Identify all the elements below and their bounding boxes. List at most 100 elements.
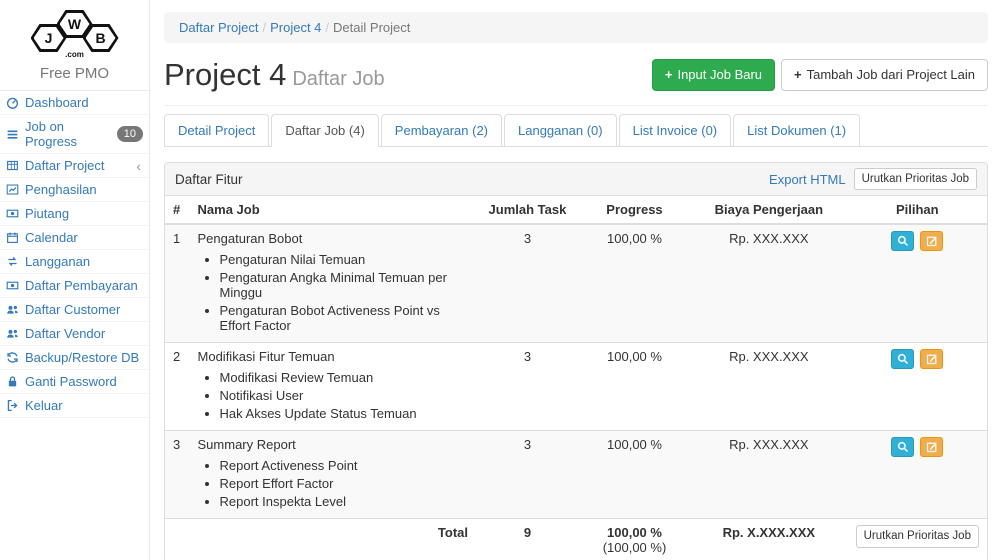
urutkan-prioritas-job-button[interactable]: Urutkan Prioritas Job — [854, 168, 977, 190]
sidebar-item-label: Calendar — [25, 230, 78, 245]
actions-cell — [848, 224, 987, 343]
exchange-icon — [6, 255, 19, 268]
tab-daftar-job[interactable]: Daftar Job (4) — [271, 114, 378, 147]
search-icon — [897, 235, 909, 247]
breadcrumb-link-daftar-project[interactable]: Daftar Project — [179, 20, 258, 35]
job-count-badge: 10 — [117, 126, 143, 142]
view-job-button[interactable] — [891, 231, 914, 251]
edit-icon — [926, 235, 938, 247]
subtask-list: Modifikasi Review Temuan Notifikasi User… — [198, 368, 469, 422]
line-chart-icon — [6, 183, 19, 196]
total-actions-cell: Urutkan Prioritas Job — [848, 519, 987, 560]
header-buttons: + Input Job Baru + Tambah Job dari Proje… — [652, 59, 988, 91]
actions-cell — [848, 343, 987, 431]
sidebar-item-daftar-customer[interactable]: Daftar Customer — [0, 298, 149, 322]
users-icon — [6, 327, 19, 340]
sidebar-item-daftar-project[interactable]: Daftar Project ‹ — [0, 154, 149, 178]
breadcrumb-separator: / — [258, 20, 270, 35]
search-icon — [897, 353, 909, 365]
subtask-item: Report Activeness Point — [220, 456, 469, 474]
sidebar-item-langganan[interactable]: Langganan — [0, 250, 149, 274]
tab-bar: Detail Project Daftar Job (4) Pembayaran… — [164, 114, 988, 147]
input-job-baru-button[interactable]: + Input Job Baru — [652, 59, 775, 91]
sidebar-item-daftar-pembayaran[interactable]: Daftar Pembayaran — [0, 274, 149, 298]
tab-list-invoice[interactable]: List Invoice (0) — [619, 114, 732, 146]
sidebar-item-label: Backup/Restore DB — [25, 350, 139, 365]
total-progress: 100,00 % (100,00 %) — [579, 519, 690, 560]
row-number: 1 — [165, 224, 190, 343]
job-title: Pengaturan Bobot — [198, 231, 469, 247]
total-row: Total 9 100,00 % (100,00 %) Rp. X.XXX.XX… — [165, 519, 987, 560]
refresh-icon — [6, 351, 19, 364]
dashboard-icon — [6, 96, 19, 109]
page-header: Project 4Daftar Job + Input Job Baru + T… — [164, 43, 988, 106]
sidebar-item-job-on-progress[interactable]: Job on Progress 10 — [0, 115, 149, 154]
job-name-cell: Summary Report Report Activeness Point R… — [190, 431, 477, 519]
total-biaya: Rp. X.XXX.XXX — [690, 519, 847, 560]
subtask-item: Notifikasi User — [220, 386, 469, 404]
view-job-button[interactable] — [891, 437, 914, 457]
breadcrumb-current: Detail Project — [333, 20, 410, 35]
tambah-job-dari-project-lain-button[interactable]: + Tambah Job dari Project Lain — [781, 59, 988, 91]
export-html-link[interactable]: Export HTML — [769, 172, 846, 187]
panel-heading: Daftar Fitur Export HTML Urutkan Priorit… — [165, 163, 987, 196]
sidebar-item-calendar[interactable]: Calendar — [0, 226, 149, 250]
table-header-row: # Nama Job Jumlah Task Progress Biaya Pe… — [165, 196, 987, 224]
total-tasks: 9 — [476, 519, 579, 560]
page-subtitle: Daftar Job — [292, 68, 384, 90]
sidebar-item-keluar[interactable]: Keluar — [0, 394, 149, 418]
progress-value: 100,00 % — [579, 431, 690, 519]
brand-name: Free PMO — [0, 65, 149, 82]
page-title: Project 4Daftar Job — [164, 57, 385, 93]
edit-icon — [926, 441, 938, 453]
row-number: 3 — [165, 431, 190, 519]
edit-job-button[interactable] — [920, 349, 943, 369]
breadcrumb: Daftar Project/Project 4/Detail Project — [164, 12, 988, 43]
sidebar-item-daftar-vendor[interactable]: Daftar Vendor — [0, 322, 149, 346]
progress-value: 100,00 % — [579, 343, 690, 431]
biaya-value: Rp. XXX.XXX — [690, 343, 847, 431]
table-row: 1 Pengaturan Bobot Pengaturan Nilai Temu… — [165, 224, 987, 343]
sidebar-item-label: Penghasilan — [25, 182, 97, 197]
sidebar-item-backup-restore-db[interactable]: Backup/Restore DB — [0, 346, 149, 370]
panel-daftar-fitur: Daftar Fitur Export HTML Urutkan Priorit… — [164, 162, 988, 560]
tab-langganan[interactable]: Langganan (0) — [504, 114, 617, 146]
sidebar-item-label: Keluar — [25, 398, 63, 413]
subtask-item: Report Effort Factor — [220, 474, 469, 492]
users-icon — [6, 303, 19, 316]
sidebar-item-penghasilan[interactable]: Penghasilan — [0, 178, 149, 202]
edit-job-button[interactable] — [920, 231, 943, 251]
sidebar-item-label: Dashboard — [25, 95, 89, 110]
jumlah-task-value: 3 — [476, 224, 579, 343]
money-icon — [6, 207, 19, 220]
jumlah-task-value: 3 — [476, 431, 579, 519]
job-name-cell: Modifikasi Fitur Temuan Modifikasi Revie… — [190, 343, 477, 431]
sidebar-item-dashboard[interactable]: Dashboard — [0, 91, 149, 115]
column-header-progress: Progress — [579, 196, 690, 224]
sidebar-item-label: Daftar Vendor — [25, 326, 105, 341]
sidebar-item-piutang[interactable]: Piutang — [0, 202, 149, 226]
row-number: 2 — [165, 343, 190, 431]
main-content: Daftar Project/Project 4/Detail Project … — [151, 0, 1000, 560]
search-icon — [897, 441, 909, 453]
calendar-icon — [6, 231, 19, 244]
panel-title: Daftar Fitur — [175, 172, 769, 187]
table-icon — [6, 159, 19, 172]
urutkan-prioritas-job-button[interactable]: Urutkan Prioritas Job — [856, 525, 979, 547]
tasks-icon — [6, 128, 19, 141]
view-job-button[interactable] — [891, 349, 914, 369]
edit-job-button[interactable] — [920, 437, 943, 457]
sidebar-item-ganti-password[interactable]: Ganti Password — [0, 370, 149, 394]
chevron-left-icon: ‹ — [136, 160, 143, 172]
subtask-item: Pengaturan Bobot Activeness Point vs Eff… — [220, 301, 469, 334]
lock-icon — [6, 375, 19, 388]
tab-detail-project[interactable]: Detail Project — [164, 114, 269, 146]
breadcrumb-link-project-4[interactable]: Project 4 — [270, 20, 321, 35]
sidebar-item-label: Daftar Customer — [25, 302, 120, 317]
tab-list-dokumen[interactable]: List Dokumen (1) — [733, 114, 860, 146]
tab-pembayaran[interactable]: Pembayaran (2) — [381, 114, 502, 146]
biaya-value: Rp. XXX.XXX — [690, 431, 847, 519]
actions-cell — [848, 431, 987, 519]
plus-icon: + — [794, 66, 802, 84]
column-header-no: # — [165, 196, 190, 224]
